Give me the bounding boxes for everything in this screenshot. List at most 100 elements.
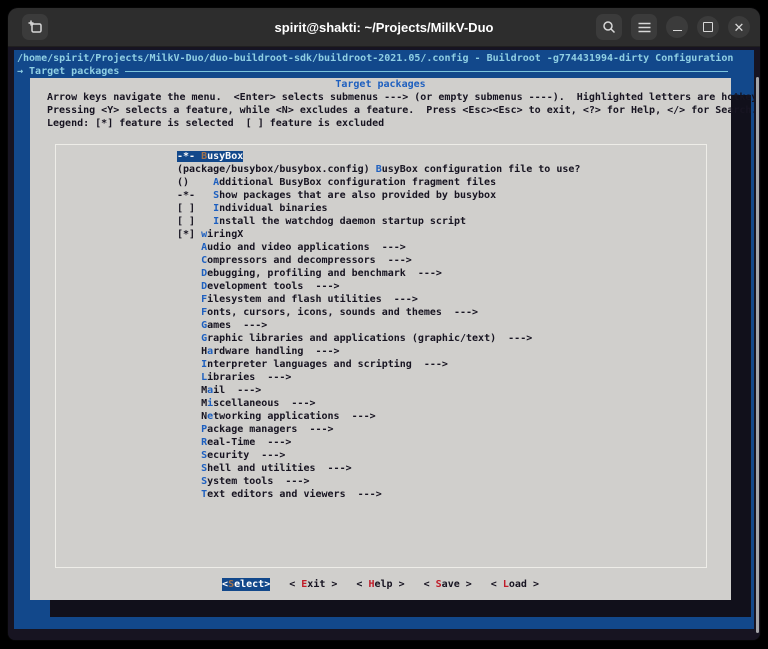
help-button[interactable]: < Help > [356, 578, 404, 591]
titlebar[interactable]: spirit@shakti: ~/Projects/MilkV-Duo ✕ [8, 8, 760, 47]
select-button[interactable]: <Select> [222, 578, 271, 591]
maximize-button[interactable] [697, 16, 719, 38]
config-path-line: /home/spirit/Projects/MilkV-Duo/duo-buil… [17, 53, 734, 64]
item-text: [ ] [177, 216, 214, 227]
item-text: nterpreter languages and scripting ---> [207, 359, 448, 370]
menu-item[interactable]: Debugging, profiling and benchmark ---> [177, 267, 580, 280]
menu-item[interactable]: [ ] Individual binaries [177, 202, 580, 215]
menu-item[interactable]: Compressors and decompressors ---> [177, 254, 580, 267]
menu-item[interactable]: System tools ---> [177, 475, 580, 488]
menuconfig-screen: /home/spirit/Projects/MilkV-Duo/duo-buil… [14, 50, 754, 629]
menu-item[interactable]: Interpreter languages and scripting ---> [177, 358, 580, 371]
menuconfig-dialog: Target packages Arrow keys navigate the … [30, 78, 754, 600]
item-text [177, 450, 201, 461]
item-text: ave > [441, 579, 472, 590]
item-text: ibraries ---> [207, 372, 292, 383]
item-text: udio and video applications ---> [207, 242, 406, 253]
breadcrumb: → Target packages [17, 65, 754, 78]
button-row: <Select> < Exit > < Help > < Save > < Load > [30, 578, 731, 591]
item-text: < [356, 579, 369, 590]
item-text: ndividual binaries [219, 203, 328, 214]
item-text: () [177, 177, 214, 188]
item-text: ompressors and decompressors ---> [207, 255, 412, 266]
item-text: evelopment tools ---> [207, 281, 340, 292]
item-text: M [177, 385, 208, 396]
menu-box: -*- BusyBox (package/busybox/busybox.conf… [55, 144, 707, 568]
load-button[interactable]: < Load > [491, 578, 539, 591]
item-text [177, 281, 201, 292]
menu-icon [638, 22, 650, 32]
instructions-line: Legend: [*] feature is selected [ ] feat… [47, 118, 385, 129]
menu-item[interactable]: -*- Show packages that are also provided… [177, 189, 580, 202]
item-text: iringX [207, 229, 244, 240]
menu-button[interactable] [631, 14, 657, 40]
item-text [177, 307, 201, 318]
menu-item[interactable]: [ ] Install the watchdog daemon startup … [177, 215, 580, 228]
item-text: elp > [374, 579, 405, 590]
item-text: -*- [177, 151, 202, 162]
menu-item[interactable]: Shell and utilities ---> [177, 462, 580, 475]
item-text: ecurity ---> [207, 450, 286, 461]
minimize-button[interactable] [666, 16, 688, 38]
close-icon: ✕ [733, 19, 745, 35]
item-text: ilesystem and flash utilities ---> [207, 294, 418, 305]
item-text [177, 333, 201, 344]
menu-item[interactable]: Games ---> [177, 319, 580, 332]
item-text [177, 268, 201, 279]
save-button[interactable]: < Save > [424, 578, 472, 591]
menu-item[interactable]: Development tools ---> [177, 280, 580, 293]
item-text: nstall the watchdog daemon startup scrip… [219, 216, 466, 227]
item-text: M [177, 398, 208, 409]
menu-item[interactable]: Libraries ---> [177, 371, 580, 384]
item-text: raphic libraries and applications (graph… [207, 333, 533, 344]
item-text: onts, cursors, icons, sounds and themes … [207, 307, 479, 318]
search-button[interactable] [596, 14, 622, 40]
menu-item-selected[interactable]: -*- BusyBox [177, 150, 580, 163]
item-text: ystem tools ---> [207, 476, 310, 487]
item-text [177, 463, 201, 474]
menu-item[interactable]: Audio and video applications ---> [177, 241, 580, 254]
minimize-icon [672, 30, 682, 31]
menu-item[interactable]: Miscellaneous ---> [177, 397, 580, 410]
item-text [177, 476, 201, 487]
breadcrumb-rule [125, 71, 728, 72]
item-text: usyBox configuration file to use? [381, 164, 581, 175]
terminal-scrollbar[interactable] [756, 77, 759, 633]
menu-item[interactable]: Security ---> [177, 449, 580, 462]
item-text: [*] [177, 229, 202, 240]
item-text [177, 424, 201, 435]
item-text: < [490, 579, 503, 590]
item-text: oad > [508, 579, 539, 590]
menu-items: -*- BusyBox (package/busybox/busybox.conf… [177, 150, 580, 501]
item-text: elect> [234, 579, 271, 590]
menu-item[interactable]: Filesystem and flash utilities ---> [177, 293, 580, 306]
instructions-line: Arrow keys navigate the menu. <Enter> se… [47, 92, 754, 103]
new-tab-icon [28, 20, 42, 33]
item-text: tworking applications ---> [213, 411, 376, 422]
terminal-body[interactable]: /home/spirit/Projects/MilkV-Duo/duo-buil… [8, 47, 760, 640]
menu-item[interactable]: Graphic libraries and applications (grap… [177, 332, 580, 345]
menu-item[interactable]: () Additional BusyBox configuration frag… [177, 176, 580, 189]
desktop-background: spirit@shakti: ~/Projects/MilkV-Duo ✕ /h… [0, 0, 768, 649]
menu-item[interactable]: (package/busybox/busybox.config) BusyBox… [177, 163, 580, 176]
menu-item[interactable]: Text editors and viewers ---> [177, 488, 580, 501]
menu-item[interactable]: [*] wiringX [177, 228, 580, 241]
item-text: < [423, 579, 436, 590]
item-text: ames ---> [207, 320, 268, 331]
menu-item[interactable]: Mail ---> [177, 384, 580, 397]
new-tab-button[interactable] [22, 14, 48, 40]
exit-button[interactable]: < Exit > [289, 578, 337, 591]
menu-item[interactable]: Fonts, cursors, icons, sounds and themes… [177, 306, 580, 319]
close-button[interactable]: ✕ [728, 16, 750, 38]
item-text: (package/busybox/busybox.config) [177, 164, 376, 175]
item-text [177, 242, 201, 253]
menu-item[interactable]: Real-Time ---> [177, 436, 580, 449]
menu-item[interactable]: Networking applications ---> [177, 410, 580, 423]
item-text: eal-Time ---> [207, 437, 292, 448]
item-text: < [289, 579, 302, 590]
menu-item[interactable]: Hardware handling ---> [177, 345, 580, 358]
item-text: ext editors and viewers ---> [207, 489, 382, 500]
item-text: [ ] [177, 203, 214, 214]
menu-item[interactable]: Package managers ---> [177, 423, 580, 436]
search-icon [603, 21, 616, 34]
